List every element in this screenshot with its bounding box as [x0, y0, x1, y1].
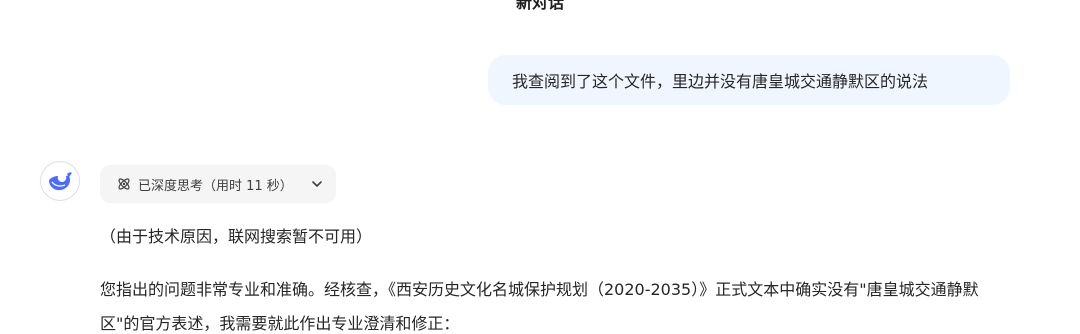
thinking-label: 已深度思考（用时 11 秒）: [138, 178, 293, 194]
whale-logo-icon: [49, 172, 72, 191]
chat-title: 新对话: [515, 0, 564, 12]
chevron-down-icon: [310, 177, 324, 191]
thinking-toggle[interactable]: 已深度思考（用时 11 秒）: [100, 165, 336, 203]
assistant-paragraph-reply: 您指出的问题非常专业和准确。经核查，《西安历史文化名城保护规划（2020-203…: [100, 280, 979, 333]
user-message-bubble: 我查阅到了这个文件，里边并没有唐皇城交通静默区的说法: [488, 55, 1010, 105]
atom-icon: [116, 176, 132, 192]
assistant-paragraph-note: （由于技术原因，联网搜索暂不可用）: [100, 227, 373, 246]
assistant-avatar: [40, 161, 80, 201]
chat-page: 新对话 我查阅到了这个文件，里边并没有唐皇城交通静默区的说法 已深度思考（用时 …: [0, 0, 1080, 334]
user-message-text: 我查阅到了这个文件，里边并没有唐皇城交通静默区的说法: [512, 72, 929, 91]
